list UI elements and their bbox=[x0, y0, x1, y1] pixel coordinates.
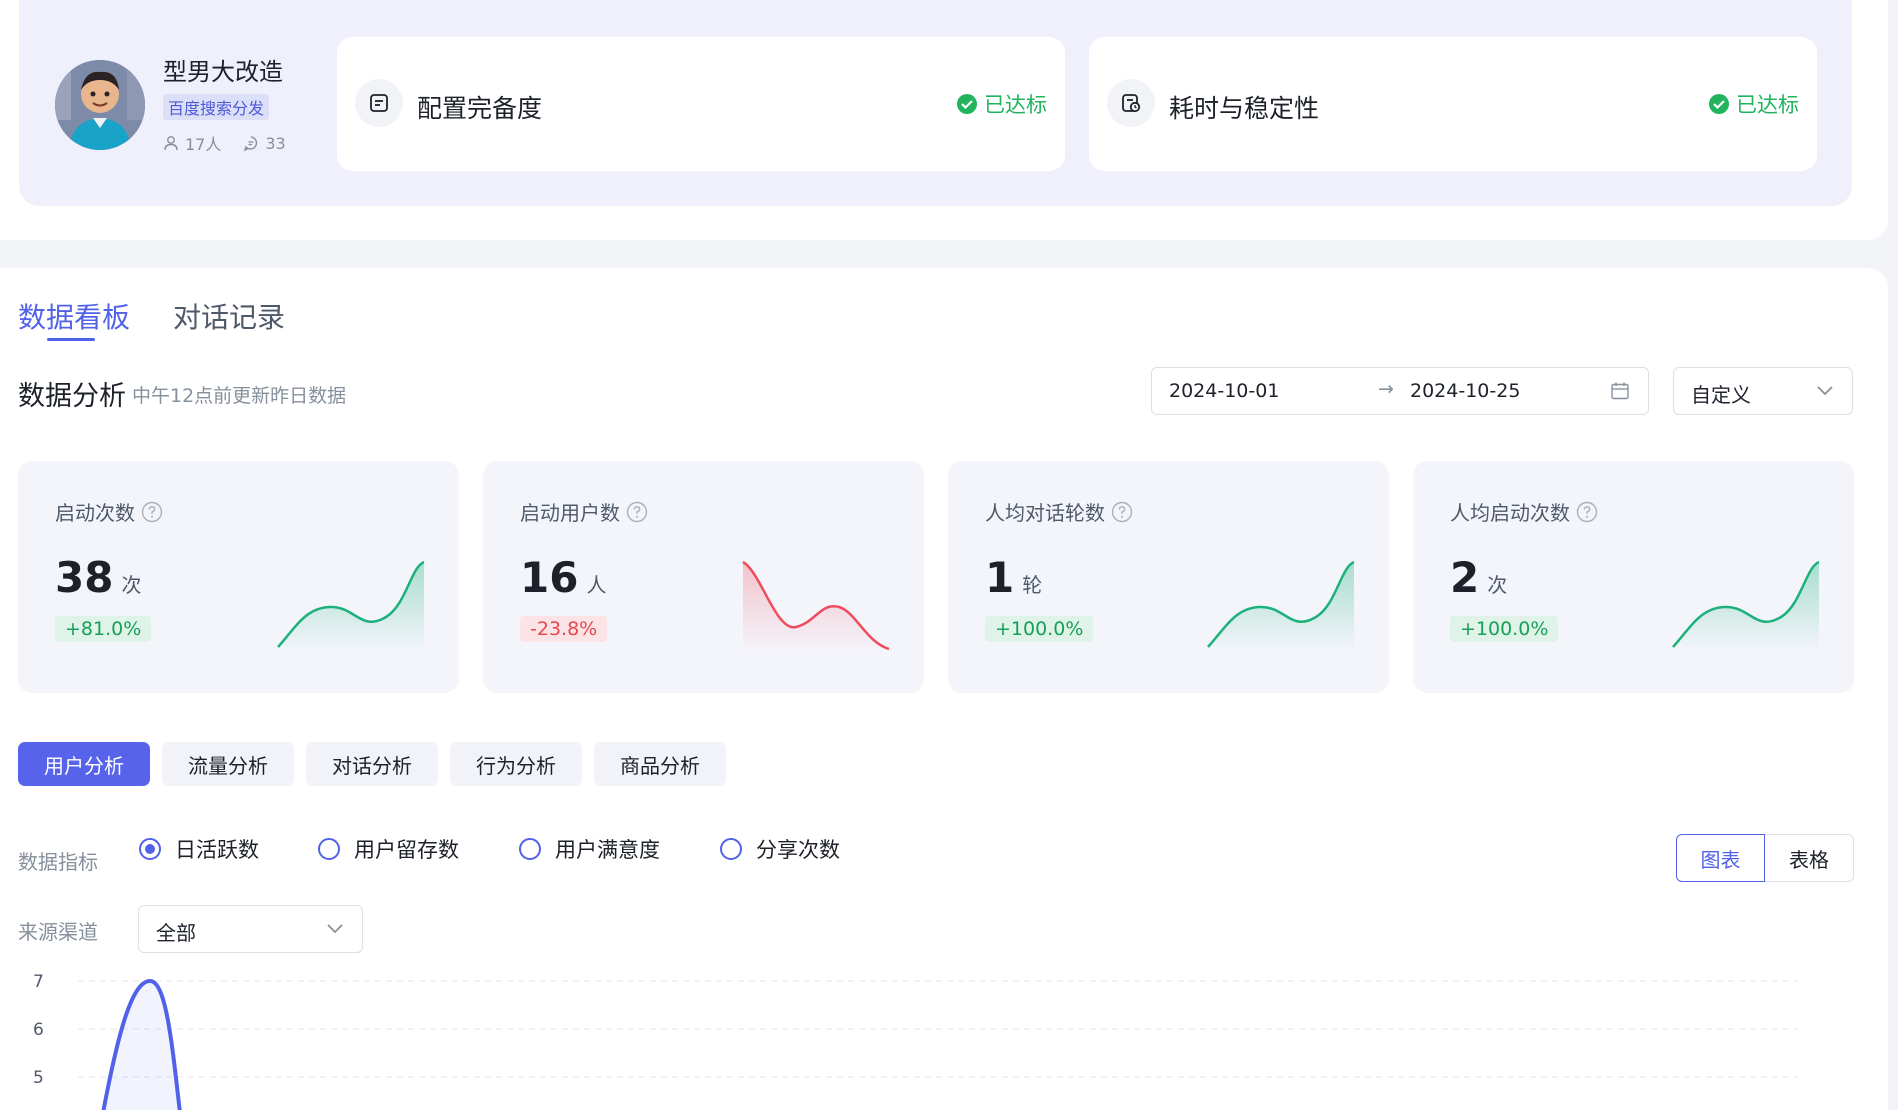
subtab-behavior-analysis[interactable]: 行为分析 bbox=[450, 742, 582, 786]
tab-conversation-records[interactable]: 对话记录 bbox=[173, 296, 285, 336]
calendar-icon[interactable] bbox=[1610, 381, 1630, 401]
y-tick-label: 5 bbox=[33, 1068, 44, 1088]
stability-clock-icon bbox=[1107, 79, 1155, 127]
chevron-down-icon bbox=[327, 924, 343, 934]
preset-value: 自定义 bbox=[1691, 383, 1751, 407]
radio-share-count[interactable]: 分享次数 bbox=[720, 834, 840, 864]
chevron-down-icon bbox=[1817, 386, 1833, 396]
date-preset-select[interactable]: 自定义 bbox=[1673, 367, 1853, 415]
sparkline bbox=[277, 560, 425, 653]
message-icon bbox=[244, 136, 258, 151]
view-table-button[interactable]: 表格 bbox=[1765, 834, 1854, 882]
channel-value: 全部 bbox=[156, 921, 196, 945]
agent-name: 型男大改造 bbox=[163, 58, 283, 86]
tab-data-dashboard[interactable]: 数据看板 bbox=[18, 296, 130, 336]
y-tick-label: 6 bbox=[33, 1020, 44, 1040]
metric-value: 1轮 bbox=[985, 553, 1043, 602]
radio-user-retention[interactable]: 用户留存数 bbox=[318, 834, 459, 864]
y-tick-label: 7 bbox=[33, 972, 44, 992]
radio-dot[interactable] bbox=[139, 838, 161, 860]
user-icon bbox=[164, 136, 178, 151]
status-card-config[interactable]: 配置完备度 已达标 bbox=[337, 37, 1065, 171]
metric-label: 启动用户数 bbox=[520, 497, 648, 526]
radio-dot[interactable] bbox=[519, 838, 541, 860]
metric-label: 人均对话轮数 bbox=[985, 497, 1133, 526]
subtab-user-analysis[interactable]: 用户分析 bbox=[18, 742, 150, 786]
date-start[interactable]: 2024-10-01 bbox=[1169, 380, 1279, 402]
metric-value: 38 次 bbox=[55, 553, 142, 602]
metric-change: +81.0% bbox=[55, 616, 152, 642]
channel-filter-label: 来源渠道 bbox=[18, 920, 98, 944]
metric-card-avg-dialog-turns: 人均对话轮数 1轮 +100.0% bbox=[948, 461, 1389, 693]
series-area bbox=[103, 981, 180, 1110]
metric-value: 2次 bbox=[1450, 553, 1508, 602]
help-icon[interactable] bbox=[141, 501, 163, 523]
channel-select[interactable]: 全部 bbox=[138, 905, 363, 953]
metric-label: 启动次数 bbox=[55, 497, 163, 526]
subtab-product-analysis[interactable]: 商品分析 bbox=[594, 742, 726, 786]
sparkline bbox=[742, 560, 890, 653]
help-icon[interactable] bbox=[1576, 501, 1598, 523]
daily-active-chart: 7 6 5 bbox=[33, 972, 1798, 1110]
metric-card-launch-users: 启动用户数 16 人 -23.8% bbox=[483, 461, 924, 693]
radio-dot[interactable] bbox=[318, 838, 340, 860]
config-doc-icon bbox=[355, 79, 403, 127]
section-subtitle: 中午12点前更新昨日数据 bbox=[132, 385, 347, 407]
help-icon[interactable] bbox=[1111, 501, 1133, 523]
agent-channel-tag: 百度搜索分发 bbox=[163, 94, 270, 120]
metric-card-launch-count: 启动次数 38 次 +81.0% bbox=[18, 461, 459, 693]
metric-change: +100.0% bbox=[1450, 616, 1559, 642]
status-ok: 已达标 bbox=[956, 89, 1047, 119]
subtab-dialog-analysis[interactable]: 对话分析 bbox=[306, 742, 438, 786]
metric-filter-label: 数据指标 bbox=[18, 850, 98, 874]
status-card-stability[interactable]: 耗时与稳定性 已达标 bbox=[1089, 37, 1817, 171]
status-card-title: 耗时与稳定性 bbox=[1169, 94, 1320, 123]
check-circle-icon bbox=[1709, 94, 1729, 114]
metric-card-avg-launches: 人均启动次数 2次 +100.0% bbox=[1413, 461, 1854, 693]
view-chart-button[interactable]: 图表 bbox=[1676, 834, 1765, 882]
section-title: 数据分析 bbox=[18, 381, 126, 412]
y-tick-labels: 7 6 5 bbox=[33, 972, 44, 1088]
agent-avatar bbox=[55, 60, 145, 150]
subtab-traffic-analysis[interactable]: 流量分析 bbox=[162, 742, 294, 786]
radio-daily-active[interactable]: 日活跃数 bbox=[139, 834, 259, 864]
sparkline bbox=[1672, 560, 1820, 653]
dashboard-panel: 数据看板 对话记录 数据分析 中午12点前更新昨日数据 2024-10-01 →… bbox=[0, 268, 1888, 1110]
view-toggle[interactable]: 图表 表格 bbox=[1676, 834, 1854, 882]
agent-stats: 17人 33 bbox=[163, 131, 286, 155]
agent-header-panel: 型男大改造 百度搜索分发 17人 33 配置完备度 已达标 耗时与稳定性 已达标 bbox=[0, 0, 1888, 240]
check-circle-icon bbox=[957, 94, 977, 114]
status-card-title: 配置完备度 bbox=[417, 94, 543, 123]
active-tab-indicator bbox=[47, 338, 95, 341]
metric-change: -23.8% bbox=[520, 616, 608, 642]
metric-label: 人均启动次数 bbox=[1450, 497, 1598, 526]
radio-dot[interactable] bbox=[720, 838, 742, 860]
status-ok: 已达标 bbox=[1708, 89, 1799, 119]
date-end[interactable]: 2024-10-25 bbox=[1410, 380, 1520, 402]
metric-value: 16 人 bbox=[520, 553, 607, 602]
agent-user-count: 17人 bbox=[185, 135, 222, 154]
help-icon[interactable] bbox=[626, 501, 648, 523]
date-range-picker[interactable]: 2024-10-01 → 2024-10-25 bbox=[1151, 367, 1649, 415]
sparkline bbox=[1207, 560, 1355, 653]
arrow-right-icon: → bbox=[1378, 378, 1394, 400]
radio-user-satisfaction[interactable]: 用户满意度 bbox=[519, 834, 660, 864]
metric-change: +100.0% bbox=[985, 616, 1094, 642]
agent-message-count: 33 bbox=[265, 133, 286, 153]
